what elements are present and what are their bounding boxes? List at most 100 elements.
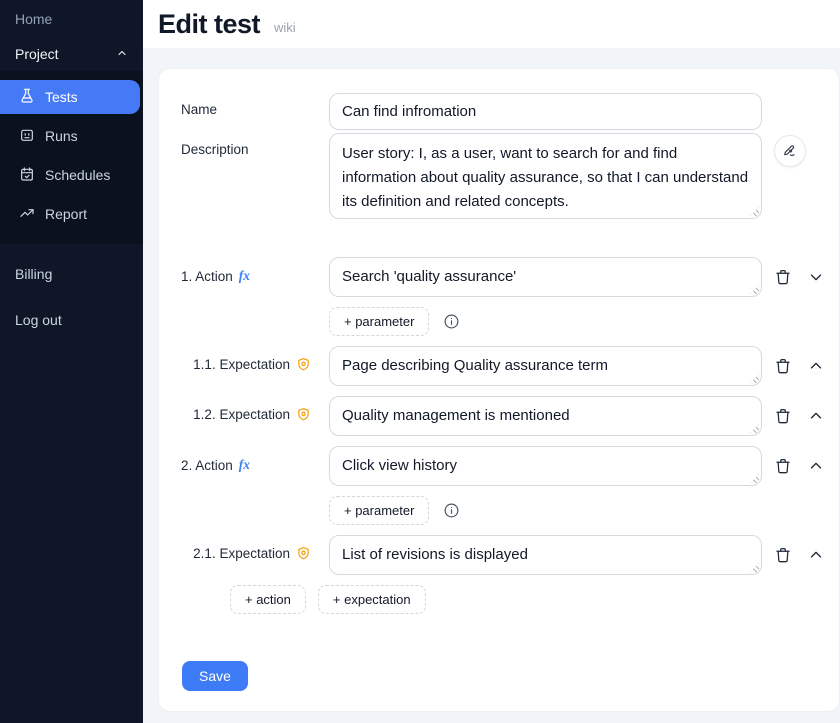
- chevron-up-icon: [807, 463, 825, 478]
- step-row-1: 1. Action fx Search 'quality assurance': [181, 257, 839, 297]
- action-1-textarea[interactable]: Search 'quality assurance': [329, 257, 762, 297]
- delete-step-button[interactable]: [774, 457, 792, 475]
- main-area: Edit test wiki Name Description User sto…: [143, 0, 840, 723]
- info-icon: [443, 318, 460, 333]
- description-label: Description: [181, 133, 329, 157]
- function-fx-icon: fx: [239, 457, 250, 473]
- move-step-up-button[interactable]: [807, 546, 825, 564]
- calendar-check-icon: [19, 166, 35, 185]
- page-subtitle: wiki: [274, 14, 296, 35]
- content-background: Name Description User story: I, as a use…: [143, 48, 840, 723]
- move-step-up-button[interactable]: [807, 457, 825, 475]
- trash-icon: [774, 552, 792, 567]
- expectation-1-2-textarea[interactable]: Quality management is mentioned: [329, 396, 762, 436]
- trash-icon: [774, 413, 792, 428]
- sidebar-item-home[interactable]: Home: [0, 0, 143, 35]
- row-actions: [774, 257, 839, 286]
- move-step-up-button[interactable]: [807, 357, 825, 375]
- page-title: Edit test: [158, 9, 260, 40]
- step-input-wrap: List of revisions is displayed: [329, 535, 762, 575]
- step-row-2-1: 2.1. Expectation List of revisions is di…: [181, 535, 839, 575]
- app-window: Home Project Tests Runs: [0, 0, 840, 723]
- step-input-wrap: Page describing Quality assurance term: [329, 346, 762, 386]
- row-actions: [774, 446, 839, 475]
- sidebar-item-logout[interactable]: Log out: [0, 302, 143, 338]
- move-step-up-button[interactable]: [807, 407, 825, 425]
- row-actions: [774, 535, 839, 564]
- sidebar-item-label: Schedules: [45, 167, 110, 183]
- chevron-down-icon: [807, 274, 825, 289]
- delete-step-button[interactable]: [774, 268, 792, 286]
- add-step-row: + action + expectation: [230, 585, 839, 614]
- step-label-text: 1.2. Expectation: [193, 407, 290, 422]
- delete-step-button[interactable]: [774, 546, 792, 564]
- trash-icon: [774, 463, 792, 478]
- info-icon: [443, 507, 460, 522]
- chevron-up-icon: [807, 552, 825, 567]
- parameter-info-button[interactable]: [442, 502, 460, 520]
- chevron-up-icon: [116, 46, 128, 62]
- pen-icon: [782, 142, 798, 161]
- step-label-text: 1. Action: [181, 269, 233, 284]
- add-expectation-button[interactable]: + expectation: [318, 585, 426, 614]
- chevron-up-icon: [807, 363, 825, 378]
- sidebar-item-project[interactable]: Project: [0, 37, 143, 71]
- project-label: Project: [15, 46, 59, 62]
- function-fx-icon: fx: [239, 268, 250, 284]
- generate-description-button[interactable]: [774, 135, 806, 167]
- step-label-1-action: 1. Action fx: [181, 257, 329, 284]
- step-row-2: 2. Action fx Click view history: [181, 446, 839, 486]
- description-wrap: User story: I, as a user, want to search…: [329, 133, 762, 219]
- description-row: Description User story: I, as a user, wa…: [181, 133, 839, 219]
- sidebar-item-label: Report: [45, 206, 87, 222]
- sidebar-item-tests[interactable]: Tests: [0, 80, 140, 114]
- parameter-row-1: + parameter: [329, 307, 839, 336]
- project-submenu: Tests Runs Schedules Report: [0, 71, 143, 244]
- expectation-1-1-textarea[interactable]: Page describing Quality assurance term: [329, 346, 762, 386]
- delete-step-button[interactable]: [774, 357, 792, 375]
- sidebar-item-label: Runs: [45, 128, 78, 144]
- shield-badge-icon: [296, 546, 311, 561]
- parameter-info-button[interactable]: [442, 313, 460, 331]
- page-header: Edit test wiki: [143, 0, 840, 48]
- sidebar-item-runs[interactable]: Runs: [0, 119, 143, 153]
- bot-icon: [19, 127, 35, 146]
- trash-icon: [774, 363, 792, 378]
- save-button[interactable]: Save: [182, 661, 248, 691]
- description-textarea[interactable]: User story: I, as a user, want to search…: [329, 133, 762, 219]
- move-step-down-button[interactable]: [807, 268, 825, 286]
- shield-badge-icon: [296, 357, 311, 372]
- add-action-button[interactable]: + action: [230, 585, 306, 614]
- step-input-wrap: Click view history: [329, 446, 762, 486]
- action-2-textarea[interactable]: Click view history: [329, 446, 762, 486]
- step-label-text: 1.1. Expectation: [193, 357, 290, 372]
- chevron-up-icon: [807, 413, 825, 428]
- add-parameter-button[interactable]: + parameter: [329, 496, 429, 525]
- name-row: Name: [181, 93, 839, 130]
- expectation-2-1-textarea[interactable]: List of revisions is displayed: [329, 535, 762, 575]
- row-actions: [774, 396, 839, 425]
- name-label: Name: [181, 93, 329, 117]
- step-label-1-2-expectation: 1.2. Expectation: [181, 396, 329, 422]
- flask-icon: [19, 88, 35, 107]
- sidebar-item-billing[interactable]: Billing: [0, 256, 143, 292]
- step-label-2-1-expectation: 2.1. Expectation: [181, 535, 329, 561]
- sidebar-item-label: Tests: [45, 89, 78, 105]
- trash-icon: [774, 274, 792, 289]
- step-label-text: 2. Action: [181, 458, 233, 473]
- step-row-1-1: 1.1. Expectation Page describing Quality…: [181, 346, 839, 386]
- step-input-wrap: Quality management is mentioned: [329, 396, 762, 436]
- step-label-1-1-expectation: 1.1. Expectation: [181, 346, 329, 372]
- row-actions: [774, 346, 839, 375]
- trending-up-icon: [19, 205, 35, 224]
- name-input[interactable]: [329, 93, 762, 130]
- sidebar-item-report[interactable]: Report: [0, 197, 143, 231]
- step-label-text: 2.1. Expectation: [193, 546, 290, 561]
- step-input-wrap: Search 'quality assurance': [329, 257, 762, 297]
- add-parameter-button[interactable]: + parameter: [329, 307, 429, 336]
- step-row-1-2: 1.2. Expectation Quality management is m…: [181, 396, 839, 436]
- sidebar: Home Project Tests Runs: [0, 0, 143, 723]
- sidebar-item-schedules[interactable]: Schedules: [0, 158, 143, 192]
- edit-test-card: Name Description User story: I, as a use…: [158, 68, 840, 712]
- delete-step-button[interactable]: [774, 407, 792, 425]
